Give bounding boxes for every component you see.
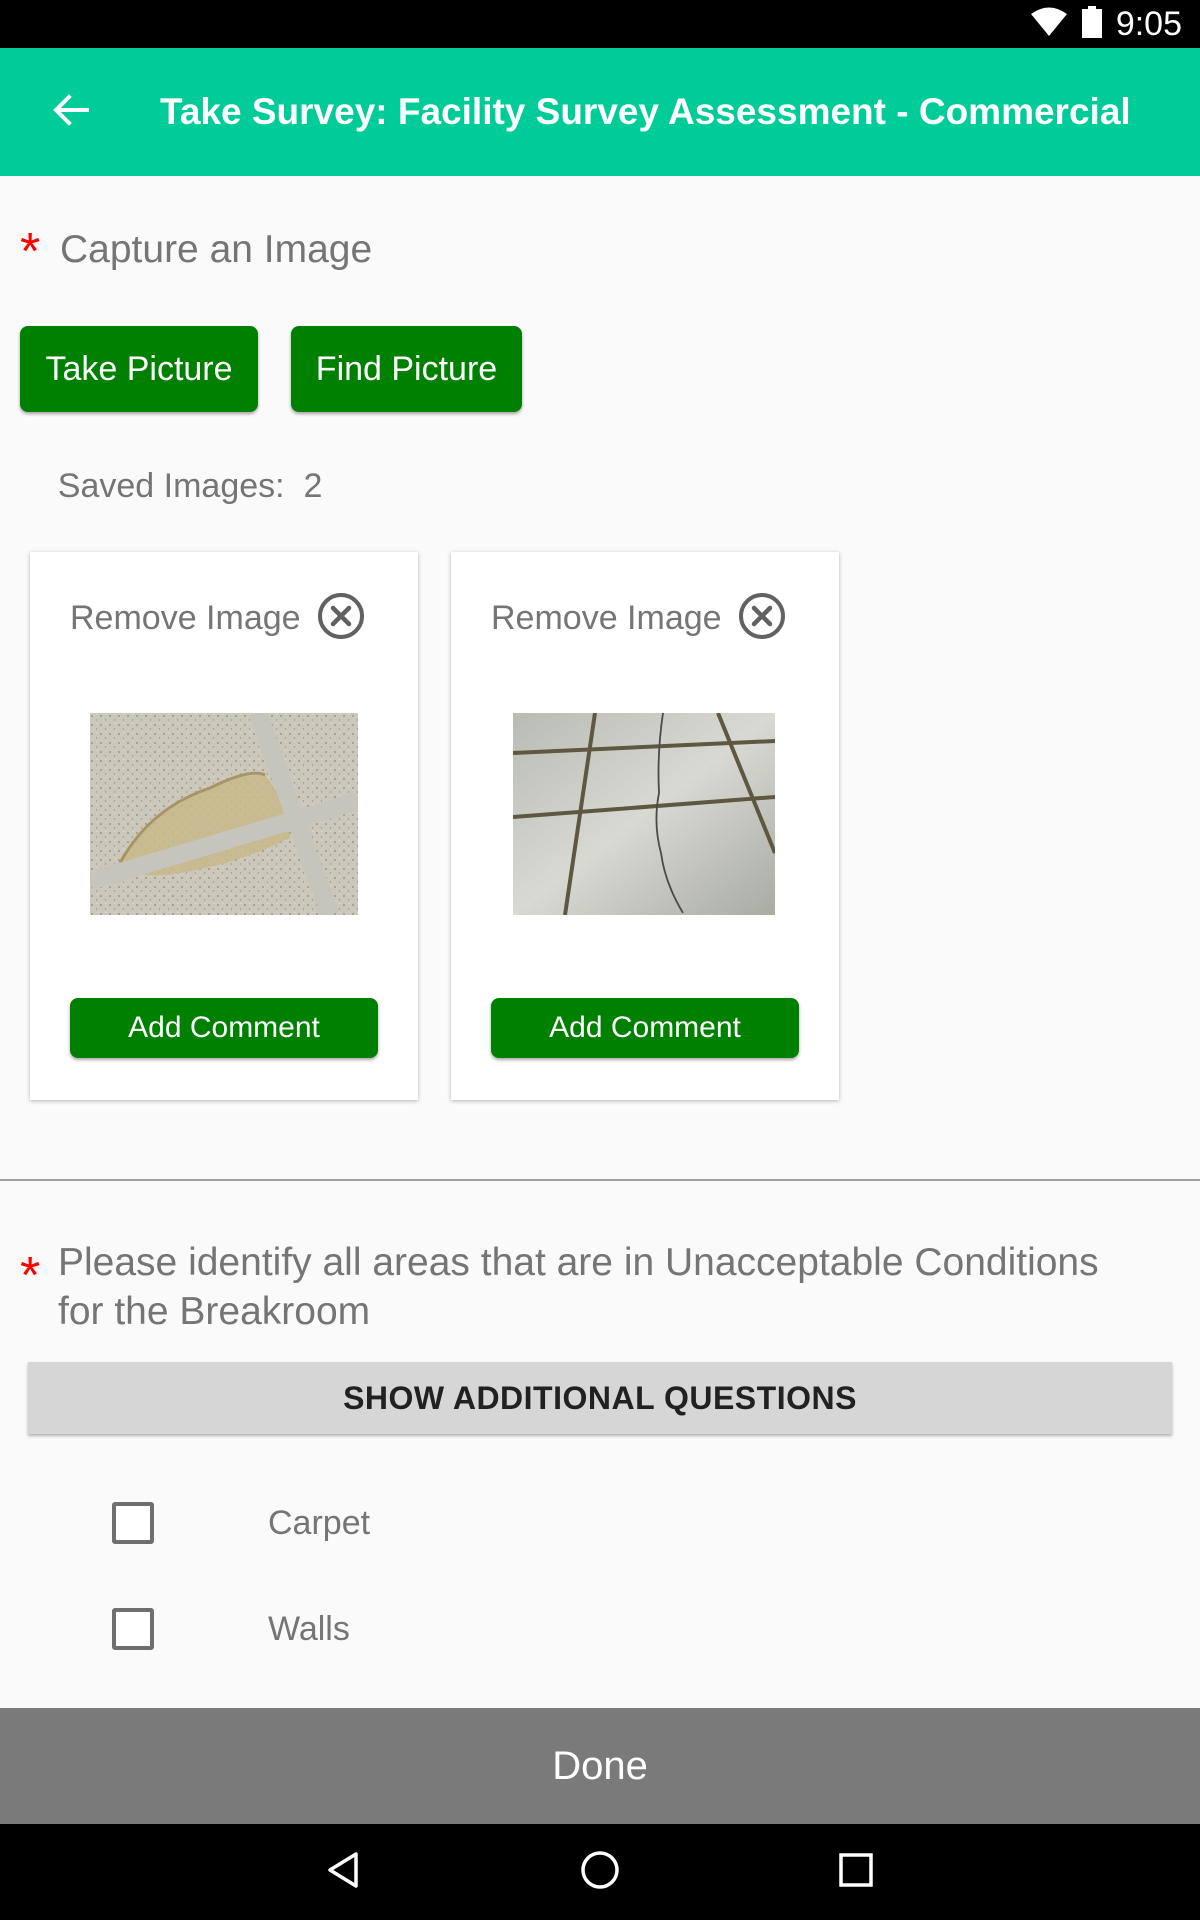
find-picture-button[interactable]: Find Picture [291,326,522,412]
required-marker: * [20,1247,41,1305]
image-card: Remove Image Add Comment [451,552,839,1100]
required-marker: * [20,223,41,281]
wifi-icon [1030,7,1068,42]
page-title: Take Survey: Facility Survey Assessment … [160,91,1131,132]
checkbox[interactable] [112,1608,154,1650]
question-text-line: Please identify all areas that are in Un… [58,1241,1099,1284]
option-label: Carpet [268,1503,371,1542]
saved-images-value: 2 [303,467,323,505]
image-thumbnail[interactable] [90,713,358,915]
recents-square-icon [837,1851,875,1894]
status-time: 9:05 [1115,4,1182,43]
nav-recents-button[interactable] [826,1844,886,1900]
checkbox[interactable] [112,1502,154,1544]
add-comment-button[interactable]: Add Comment [491,998,799,1058]
nav-back-button[interactable] [314,1844,374,1900]
show-additional-questions-button[interactable]: SHOW ADDITIONAL QUESTIONS [28,1362,1172,1434]
circle-x-icon[interactable] [738,592,786,645]
option-label: Walls [268,1609,350,1648]
system-nav-bar [0,1824,1200,1920]
remove-image-button[interactable]: Remove Image [491,592,786,645]
remove-image-button[interactable]: Remove Image [70,592,365,645]
app-bar: Take Survey: Facility Survey Assessment … [0,48,1200,176]
battery-icon [1081,5,1102,43]
take-picture-button[interactable]: Take Picture [20,326,258,412]
option-carpet[interactable]: Carpet [112,1499,370,1547]
image-card: Remove Image Add Comment [30,552,418,1100]
back-button[interactable] [36,80,106,144]
option-walls[interactable]: Walls [112,1605,350,1653]
nav-home-button[interactable] [570,1844,630,1900]
survey-screen: 9:05 Take Survey: Facility Survey Assess… [0,0,1200,1920]
done-button[interactable]: Done [0,1708,1200,1824]
circle-x-icon[interactable] [317,592,365,645]
saved-images-label: Saved Images: [57,467,285,505]
status-bar: 9:05 [0,0,1200,48]
section-divider [0,1179,1200,1181]
saved-images-count: Saved Images: 2 [20,428,323,545]
back-triangle-icon [324,1850,364,1895]
image-thumbnail[interactable] [513,713,775,915]
arrow-back-icon [53,93,89,131]
add-comment-button[interactable]: Add Comment [70,998,378,1058]
question-unacceptable-areas-label: Please identify all areas that are in Un… [58,1238,1178,1336]
status-icons: 9:05 [1030,0,1182,48]
home-circle-icon [579,1849,621,1896]
remove-image-label: Remove Image [491,599,722,637]
question-capture-image-label: Capture an Image [60,228,373,271]
question-text-line: for the Breakroom [58,1290,371,1333]
remove-image-label: Remove Image [70,599,301,637]
